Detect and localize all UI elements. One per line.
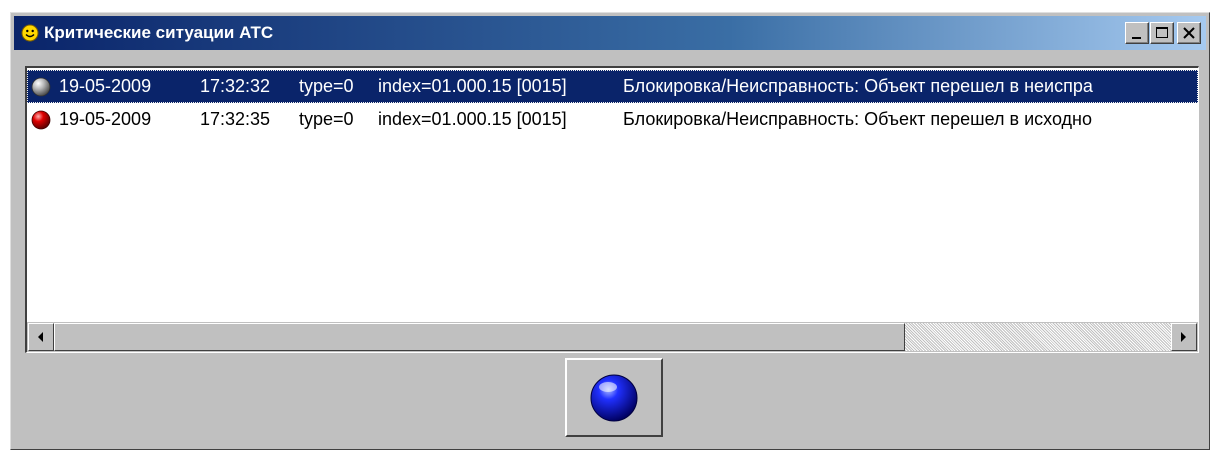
- window-title: Критические ситуации АТС: [44, 23, 274, 42]
- scroll-track[interactable]: [905, 323, 1171, 351]
- event-index: index=01.000.15 [0015]: [378, 109, 567, 129]
- arrow-right-icon: [1181, 332, 1186, 342]
- gray-led-icon: [31, 77, 51, 97]
- blue-ball-icon: [590, 374, 638, 422]
- event-date: 19-05-2009: [59, 109, 152, 129]
- minimize-button[interactable]: [1125, 22, 1149, 44]
- event-type: type=0: [299, 76, 354, 96]
- event-list[interactable]: 19-05-2009 17:32:32 type=0 index=01.000.…: [25, 66, 1199, 353]
- minimize-icon: [1132, 37, 1141, 39]
- maximize-icon: [1156, 27, 1168, 38]
- red-led-icon: [31, 110, 51, 130]
- maximize-button[interactable]: [1150, 22, 1174, 44]
- event-index: index=01.000.15 [0015]: [378, 76, 567, 96]
- alarm-window: Критические ситуации АТС 19-05-2009 17:3…: [10, 12, 1210, 450]
- event-message: Блокировка/Неисправность: Объект перешел…: [623, 76, 1093, 96]
- arrow-left-icon: [38, 332, 43, 342]
- event-date: 19-05-2009: [59, 76, 152, 96]
- acknowledge-button[interactable]: [565, 358, 663, 437]
- event-message: Блокировка/Неисправность: Объект перешел…: [623, 109, 1093, 129]
- event-time: 17:32:35: [200, 109, 271, 129]
- scroll-left-button[interactable]: [28, 323, 54, 351]
- horizontal-scrollbar[interactable]: [27, 322, 1198, 352]
- event-row[interactable]: 19-05-2009 17:32:35 type=0 index=01.000.…: [27, 103, 1198, 136]
- event-rows: 19-05-2009 17:32:32 type=0 index=01.000.…: [27, 70, 1198, 320]
- close-button[interactable]: [1177, 22, 1201, 44]
- event-time: 17:32:32: [200, 76, 271, 96]
- title-bar[interactable]: Критические ситуации АТС: [14, 16, 1206, 50]
- event-type: type=0: [299, 109, 354, 129]
- close-icon: [1183, 27, 1195, 39]
- scroll-right-button[interactable]: [1171, 323, 1197, 351]
- event-row[interactable]: 19-05-2009 17:32:32 type=0 index=01.000.…: [27, 70, 1198, 103]
- smiley-icon: [21, 24, 39, 42]
- scroll-thumb[interactable]: [54, 323, 905, 351]
